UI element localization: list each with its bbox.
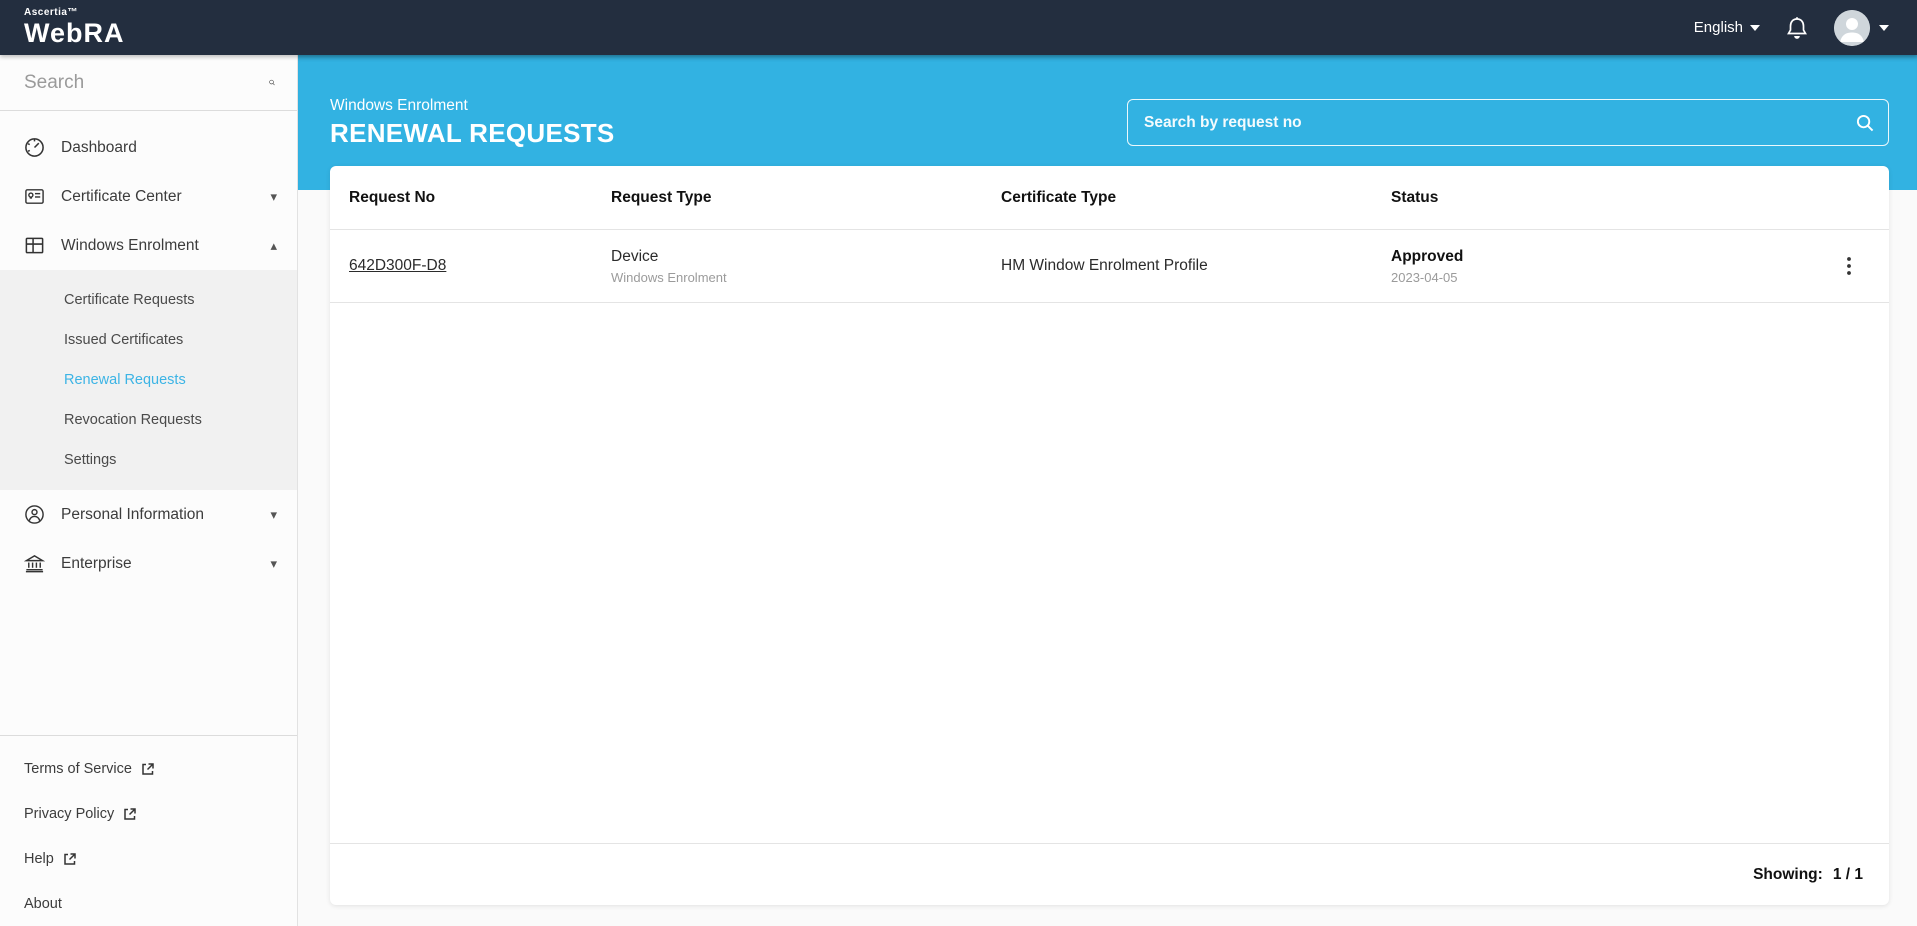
link-label: Privacy Policy xyxy=(24,806,114,822)
avatar xyxy=(1834,10,1870,46)
sidebar-item-label: Certificate Center xyxy=(61,188,254,206)
privacy-policy-link[interactable]: Privacy Policy xyxy=(0,791,297,836)
terms-of-service-link[interactable]: Terms of Service xyxy=(0,746,297,791)
sidebar-item-dashboard[interactable]: Dashboard xyxy=(0,123,297,172)
request-search-input[interactable] xyxy=(1144,114,1856,132)
certificate-icon xyxy=(24,186,45,207)
submenu-item-certificate-requests[interactable]: Certificate Requests xyxy=(0,280,297,320)
company-name: Ascertia™ xyxy=(24,8,125,18)
sidebar-item-label: Dashboard xyxy=(61,139,277,157)
user-menu[interactable] xyxy=(1834,10,1889,46)
external-link-icon xyxy=(63,852,77,866)
chevron-down-icon xyxy=(1750,25,1760,31)
chevron-down-icon: ▾ xyxy=(270,507,277,523)
certificate-type-value: HM Window Enrolment Profile xyxy=(1001,257,1391,275)
request-no-link[interactable]: 642D300F-D8 xyxy=(349,257,446,274)
chevron-down-icon: ▾ xyxy=(270,189,277,205)
sidebar: Dashboard Certificate Center ▾ Windows E… xyxy=(0,55,298,926)
sidebar-item-certificate-center[interactable]: Certificate Center ▾ xyxy=(0,172,297,221)
sidebar-search xyxy=(0,55,297,111)
submenu-item-issued-certificates[interactable]: Issued Certificates xyxy=(0,320,297,360)
sidebar-item-label: Personal Information xyxy=(61,506,254,524)
external-link-icon xyxy=(123,807,137,821)
column-header-status: Status xyxy=(1391,189,1835,207)
link-label: Help xyxy=(24,851,54,867)
sidebar-item-label: Windows Enrolment xyxy=(61,237,254,255)
person-circle-icon xyxy=(24,504,45,525)
user-icon xyxy=(1834,10,1870,46)
table-header-row: Request No Request Type Certificate Type… xyxy=(330,166,1889,230)
sidebar-item-personal-information[interactable]: Personal Information ▾ xyxy=(0,490,297,539)
submenu-item-renewal-requests[interactable]: Renewal Requests xyxy=(0,360,297,400)
product-name: WebRA xyxy=(24,18,125,48)
sidebar-nav: Dashboard Certificate Center ▾ Windows E… xyxy=(0,111,297,588)
breadcrumb: Windows Enrolment xyxy=(330,97,615,115)
app-logo[interactable]: Ascertia™ WebRA xyxy=(24,8,125,47)
renewal-requests-card: Request No Request Type Certificate Type… xyxy=(330,166,1889,905)
showing-value: 1 / 1 xyxy=(1833,866,1863,884)
request-subtype-value: Windows Enrolment xyxy=(611,270,1001,285)
bank-icon xyxy=(24,553,45,574)
sidebar-footer: Terms of Service Privacy Policy Help Abo… xyxy=(0,735,297,926)
chevron-down-icon: ▾ xyxy=(270,556,277,572)
search-icon[interactable] xyxy=(1856,114,1874,132)
showing-label: Showing: xyxy=(1753,866,1823,884)
column-header-certificate-type: Certificate Type xyxy=(1001,189,1391,207)
request-search xyxy=(1127,99,1889,146)
sidebar-item-label: Enterprise xyxy=(61,555,254,573)
sidebar-item-enterprise[interactable]: Enterprise ▾ xyxy=(0,539,297,588)
main-area: Windows Enrolment RENEWAL REQUESTS Reque… xyxy=(298,0,1917,926)
sidebar-item-windows-enrolment[interactable]: Windows Enrolment ▴ xyxy=(0,221,297,270)
language-selector[interactable]: English xyxy=(1694,19,1760,36)
content-area: Request No Request Type Certificate Type… xyxy=(298,190,1917,926)
kebab-menu-icon xyxy=(1847,257,1851,275)
link-label: About xyxy=(24,896,62,912)
external-link-icon xyxy=(141,762,155,776)
status-date: 2023-04-05 xyxy=(1391,270,1835,285)
status-badge: Approved xyxy=(1391,248,1835,266)
column-header-request-type: Request Type xyxy=(611,189,1001,207)
about-link[interactable]: About xyxy=(0,881,297,926)
search-icon[interactable] xyxy=(269,73,275,92)
row-actions-button[interactable] xyxy=(1835,252,1863,280)
submenu-item-revocation-requests[interactable]: Revocation Requests xyxy=(0,400,297,440)
notifications-button[interactable] xyxy=(1786,16,1808,40)
language-label: English xyxy=(1694,19,1743,36)
table-footer: Showing: 1 / 1 xyxy=(330,843,1889,905)
table-row: 642D300F-D8 Device Windows Enrolment HM … xyxy=(330,230,1889,303)
chevron-up-icon: ▴ xyxy=(270,238,277,254)
top-bar: Ascertia™ WebRA English xyxy=(0,0,1917,55)
windows-icon xyxy=(24,235,45,256)
link-label: Terms of Service xyxy=(24,761,132,777)
bell-icon xyxy=(1786,16,1808,40)
column-header-request-no: Request No xyxy=(349,189,611,207)
dashboard-icon xyxy=(24,137,45,158)
submenu-item-settings[interactable]: Settings xyxy=(0,440,297,480)
help-link[interactable]: Help xyxy=(0,836,297,881)
sidebar-search-input[interactable] xyxy=(24,72,269,94)
chevron-down-icon xyxy=(1879,25,1889,31)
request-type-value: Device xyxy=(611,248,1001,266)
windows-enrolment-submenu: Certificate Requests Issued Certificates… xyxy=(0,270,297,490)
page-title: RENEWAL REQUESTS xyxy=(330,118,615,149)
